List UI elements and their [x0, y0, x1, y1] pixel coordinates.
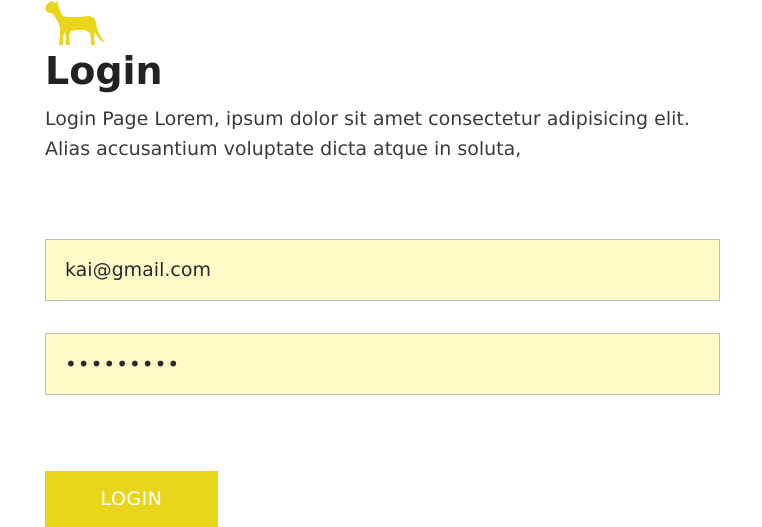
password-input[interactable] — [45, 333, 720, 395]
page-description: Login Page Lorem, ipsum dolor sit amet c… — [45, 108, 690, 160]
login-page: Login Login Page Lorem, ipsum dolor sit … — [0, 0, 762, 527]
page-title: Login — [45, 49, 163, 93]
login-button[interactable]: LOGIN — [45, 471, 218, 527]
dog-icon — [45, 1, 105, 45]
email-input[interactable] — [45, 239, 720, 301]
